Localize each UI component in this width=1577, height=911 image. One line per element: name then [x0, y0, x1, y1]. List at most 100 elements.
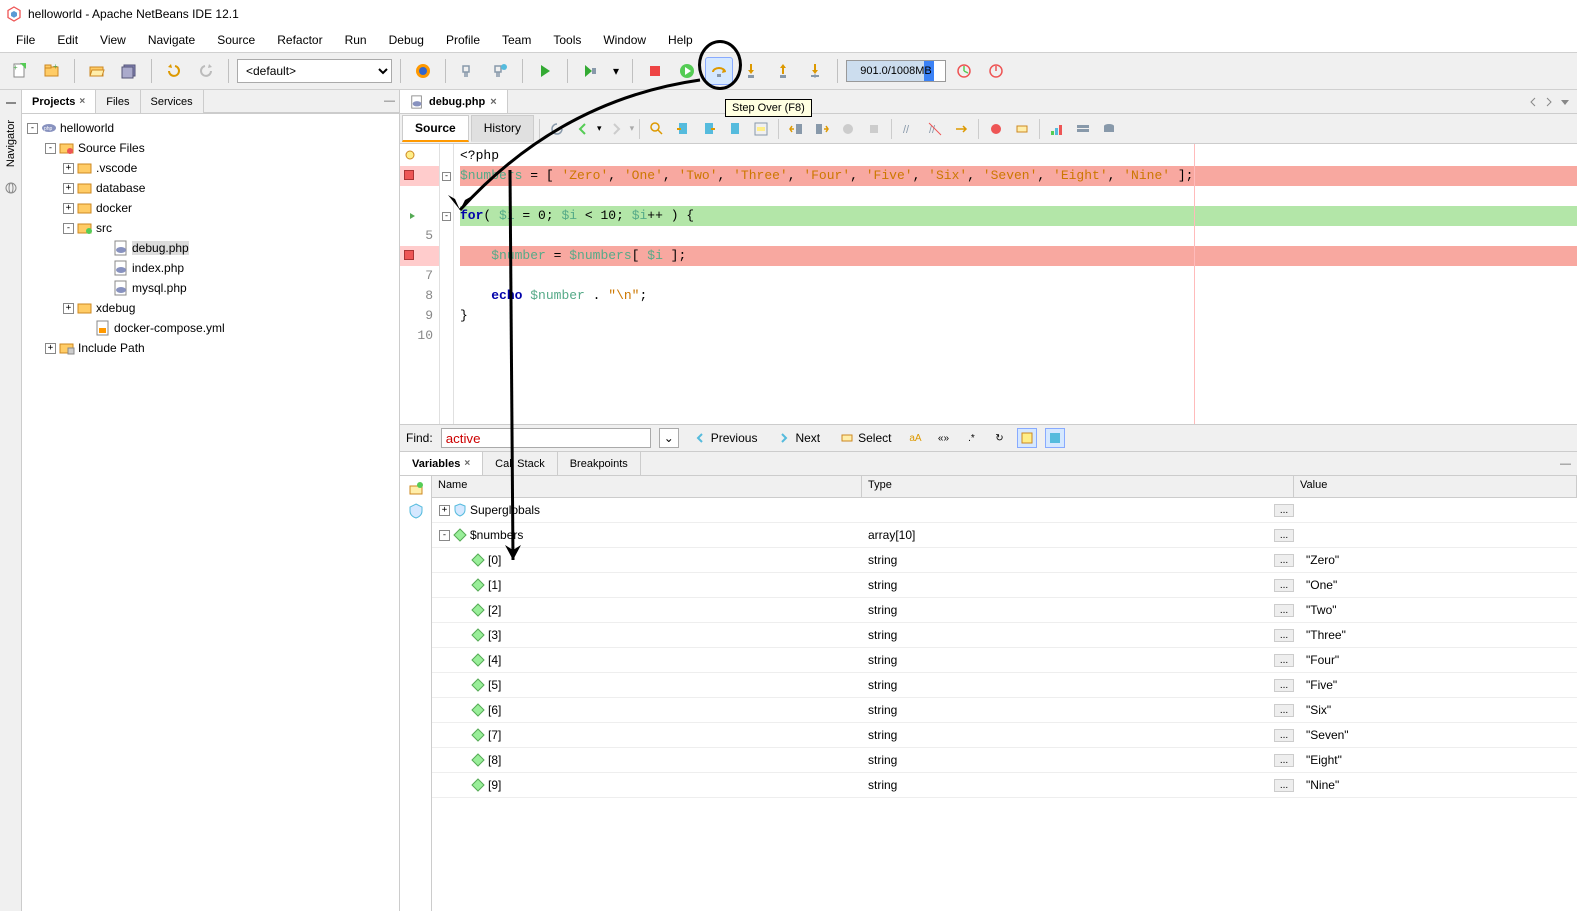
- shift-right-button[interactable]: [810, 117, 834, 141]
- column-name[interactable]: Name: [432, 476, 862, 497]
- column-type[interactable]: Type: [862, 476, 1294, 497]
- undo-button[interactable]: [160, 57, 188, 85]
- finish-debug-button[interactable]: [641, 57, 669, 85]
- build-button[interactable]: [454, 57, 482, 85]
- code-content[interactable]: <?php $numbers = [ 'Zero', 'One', 'Two',…: [454, 144, 1577, 424]
- close-icon[interactable]: ×: [79, 96, 85, 107]
- variable-row[interactable]: [7]string..."Seven": [432, 723, 1577, 748]
- variable-row[interactable]: [3]string..."Three": [432, 623, 1577, 648]
- menu-refactor[interactable]: Refactor: [267, 30, 332, 50]
- variable-row[interactable]: [1]string..."One": [432, 573, 1577, 598]
- menu-window[interactable]: Window: [593, 30, 656, 50]
- value-browse-button[interactable]: ...: [1274, 679, 1294, 692]
- project-tree[interactable]: -phphelloworld -Source Files +.vscode +d…: [22, 114, 399, 911]
- line-numbers-gutter[interactable]: 5 7 8 9 10: [400, 144, 440, 424]
- regex-toggle[interactable]: .*: [961, 428, 981, 448]
- value-browse-button[interactable]: ...: [1274, 529, 1294, 542]
- view2-button[interactable]: [1071, 117, 1095, 141]
- watch-button[interactable]: [1010, 117, 1034, 141]
- redo-button[interactable]: [192, 57, 220, 85]
- variable-row[interactable]: [9]string..."Nine": [432, 773, 1577, 798]
- find-next-button[interactable]: Next: [771, 429, 826, 447]
- new-project-button[interactable]: +: [38, 57, 66, 85]
- run-button[interactable]: [531, 57, 559, 85]
- menu-debug[interactable]: Debug: [379, 30, 434, 50]
- view3-button[interactable]: [1097, 117, 1121, 141]
- tab-callstack[interactable]: Call Stack: [483, 452, 558, 475]
- macro-stop-button[interactable]: [862, 117, 886, 141]
- expander[interactable]: -: [439, 530, 450, 541]
- debug-dropdown-icon[interactable]: ▾: [608, 64, 624, 78]
- toggle-bookmark-button[interactable]: [723, 117, 747, 141]
- uncomment-button[interactable]: //: [923, 117, 947, 141]
- variable-row[interactable]: [8]string..."Eight": [432, 748, 1577, 773]
- watch-add-icon[interactable]: [407, 480, 425, 498]
- find-select-button[interactable]: Select: [834, 429, 897, 447]
- block-toggle[interactable]: [1045, 428, 1065, 448]
- subtab-source[interactable]: Source: [402, 115, 469, 142]
- value-browse-button[interactable]: ...: [1274, 754, 1294, 767]
- tab-services[interactable]: Services: [141, 90, 204, 113]
- step-out-button[interactable]: [769, 57, 797, 85]
- close-icon[interactable]: ×: [490, 96, 496, 108]
- variables-table[interactable]: Name Type Value +Superglobals...-$number…: [432, 476, 1577, 911]
- value-browse-button[interactable]: ...: [1274, 604, 1294, 617]
- menu-view[interactable]: View: [90, 30, 136, 50]
- macro-start-button[interactable]: [836, 117, 860, 141]
- column-value[interactable]: Value: [1294, 476, 1577, 497]
- menu-source[interactable]: Source: [207, 30, 265, 50]
- next-bookmark-button[interactable]: [697, 117, 721, 141]
- tab-list-icon[interactable]: [1559, 96, 1571, 108]
- tab-variables[interactable]: Variables×: [400, 452, 483, 475]
- highlight-toggle[interactable]: [1017, 428, 1037, 448]
- variable-row[interactable]: [6]string..."Six": [432, 698, 1577, 723]
- tab-left-icon[interactable]: [1527, 96, 1539, 108]
- variable-row[interactable]: [0]string..."Zero": [432, 548, 1577, 573]
- forward-button[interactable]: [604, 117, 628, 141]
- fold-gutter[interactable]: - -: [440, 144, 454, 424]
- find-previous-button[interactable]: Previous: [687, 429, 764, 447]
- attach-profiler-button[interactable]: [982, 57, 1010, 85]
- breakpoint-button[interactable]: [984, 117, 1008, 141]
- comment-button[interactable]: //: [897, 117, 921, 141]
- value-browse-button[interactable]: ...: [1274, 504, 1294, 517]
- subtab-history[interactable]: History: [471, 115, 534, 142]
- debug-button[interactable]: [576, 57, 604, 85]
- goto-button[interactable]: [949, 117, 973, 141]
- value-browse-button[interactable]: ...: [1274, 779, 1294, 792]
- menu-file[interactable]: File: [6, 30, 45, 50]
- close-icon[interactable]: ×: [464, 458, 470, 469]
- value-browse-button[interactable]: ...: [1274, 554, 1294, 567]
- value-browse-button[interactable]: ...: [1274, 579, 1294, 592]
- menu-help[interactable]: Help: [658, 30, 703, 50]
- view1-button[interactable]: [1045, 117, 1069, 141]
- tab-files[interactable]: Files: [96, 90, 140, 113]
- expander[interactable]: +: [439, 505, 450, 516]
- editor-tab-debug-php[interactable]: debug.php ×: [400, 90, 508, 113]
- tab-projects[interactable]: Projects×: [22, 90, 96, 113]
- shift-left-button[interactable]: [784, 117, 808, 141]
- variable-row[interactable]: -$numbersarray[10]...: [432, 523, 1577, 548]
- navigator-side-tab[interactable]: Navigator: [0, 90, 22, 911]
- menu-navigate[interactable]: Navigate: [138, 30, 205, 50]
- profile-button[interactable]: [950, 57, 978, 85]
- shield-icon[interactable]: [407, 502, 425, 520]
- minimize-icon[interactable]: —: [384, 95, 395, 107]
- match-case-toggle[interactable]: aA: [905, 428, 925, 448]
- new-file-button[interactable]: +: [6, 57, 34, 85]
- menu-run[interactable]: Run: [335, 30, 377, 50]
- minimize-icon[interactable]: —: [1560, 458, 1571, 470]
- prev-bookmark-button[interactable]: [671, 117, 695, 141]
- find-selection-button[interactable]: [645, 117, 669, 141]
- step-over-button[interactable]: [705, 57, 733, 85]
- menu-team[interactable]: Team: [492, 30, 541, 50]
- value-browse-button[interactable]: ...: [1274, 629, 1294, 642]
- run-to-cursor-button[interactable]: [801, 57, 829, 85]
- back-dropdown-icon[interactable]: ▾: [597, 123, 602, 134]
- open-project-button[interactable]: [83, 57, 111, 85]
- variable-row[interactable]: +Superglobals...: [432, 498, 1577, 523]
- value-browse-button[interactable]: ...: [1274, 654, 1294, 667]
- value-browse-button[interactable]: ...: [1274, 729, 1294, 742]
- variable-row[interactable]: [2]string..."Two": [432, 598, 1577, 623]
- continue-button[interactable]: [673, 57, 701, 85]
